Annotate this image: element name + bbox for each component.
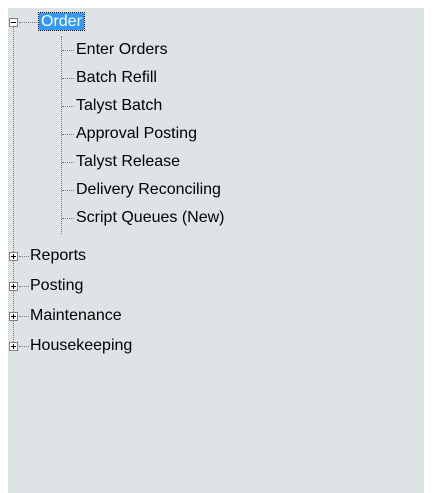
tree-node-reports[interactable]: Reports: [30, 244, 86, 268]
expand-maintenance-toggle-icon[interactable]: [9, 312, 18, 321]
tree-branch-child: [62, 50, 74, 51]
tree-branch-child: [62, 218, 74, 219]
tree-node-label[interactable]: Posting: [30, 277, 83, 294]
tree-node-posting[interactable]: Posting: [30, 274, 83, 298]
tree-node-label[interactable]: Batch Refill: [76, 69, 157, 86]
tree-branch-child: [62, 78, 74, 79]
tree-node-label[interactable]: Talyst Release: [76, 153, 180, 170]
expand-reports-toggle-icon[interactable]: [9, 252, 18, 261]
tree-node-label[interactable]: Housekeeping: [30, 337, 132, 354]
tree-branch-sibling: [19, 316, 29, 317]
tree-branch-sibling: [19, 256, 29, 257]
tree-branch-child: [62, 162, 74, 163]
tree-branch-sibling: [19, 346, 29, 347]
tree-node-order[interactable]: Order: [38, 10, 85, 34]
tree-node-order-label[interactable]: Order: [38, 12, 85, 31]
tree-guide-children: [61, 36, 62, 234]
tree-branch-child: [62, 134, 74, 135]
tree-node-approval-posting[interactable]: Approval Posting: [76, 122, 197, 146]
tree-node-label[interactable]: Reports: [30, 247, 86, 264]
tree-node-enter-orders[interactable]: Enter Orders: [76, 38, 168, 62]
tree-node-maintenance[interactable]: Maintenance: [30, 304, 122, 328]
collapse-order-toggle-icon[interactable]: [9, 18, 18, 27]
tree-branch-child: [62, 106, 74, 107]
tree-node-label[interactable]: Talyst Batch: [76, 97, 162, 114]
tree-branch-child: [62, 190, 74, 191]
tree-branch-sibling: [19, 286, 29, 287]
tree-node-script-queues[interactable]: Script Queues (New): [76, 206, 225, 230]
tree-node-housekeeping[interactable]: Housekeeping: [30, 334, 132, 358]
tree-node-talyst-batch[interactable]: Talyst Batch: [76, 94, 162, 118]
tree-node-label[interactable]: Approval Posting: [76, 125, 197, 142]
expand-housekeeping-toggle-icon[interactable]: [9, 342, 18, 351]
tree-node-label[interactable]: Maintenance: [30, 307, 122, 324]
tree-node-label[interactable]: Enter Orders: [76, 41, 168, 58]
tree-panel: Order Enter Orders Batch Refill Talyst B…: [8, 8, 424, 493]
tree-node-batch-refill[interactable]: Batch Refill: [76, 66, 157, 90]
tree-branch-order: [19, 22, 37, 23]
tree-node-delivery-reconciling[interactable]: Delivery Reconciling: [76, 178, 221, 202]
tree-node-talyst-release[interactable]: Talyst Release: [76, 150, 180, 174]
navigation-tree: Order Enter Orders Batch Refill Talyst B…: [8, 8, 424, 493]
tree-guide-root: [13, 22, 14, 348]
tree-node-label[interactable]: Delivery Reconciling: [76, 181, 221, 198]
tree-node-label[interactable]: Script Queues (New): [76, 209, 225, 226]
expand-posting-toggle-icon[interactable]: [9, 282, 18, 291]
